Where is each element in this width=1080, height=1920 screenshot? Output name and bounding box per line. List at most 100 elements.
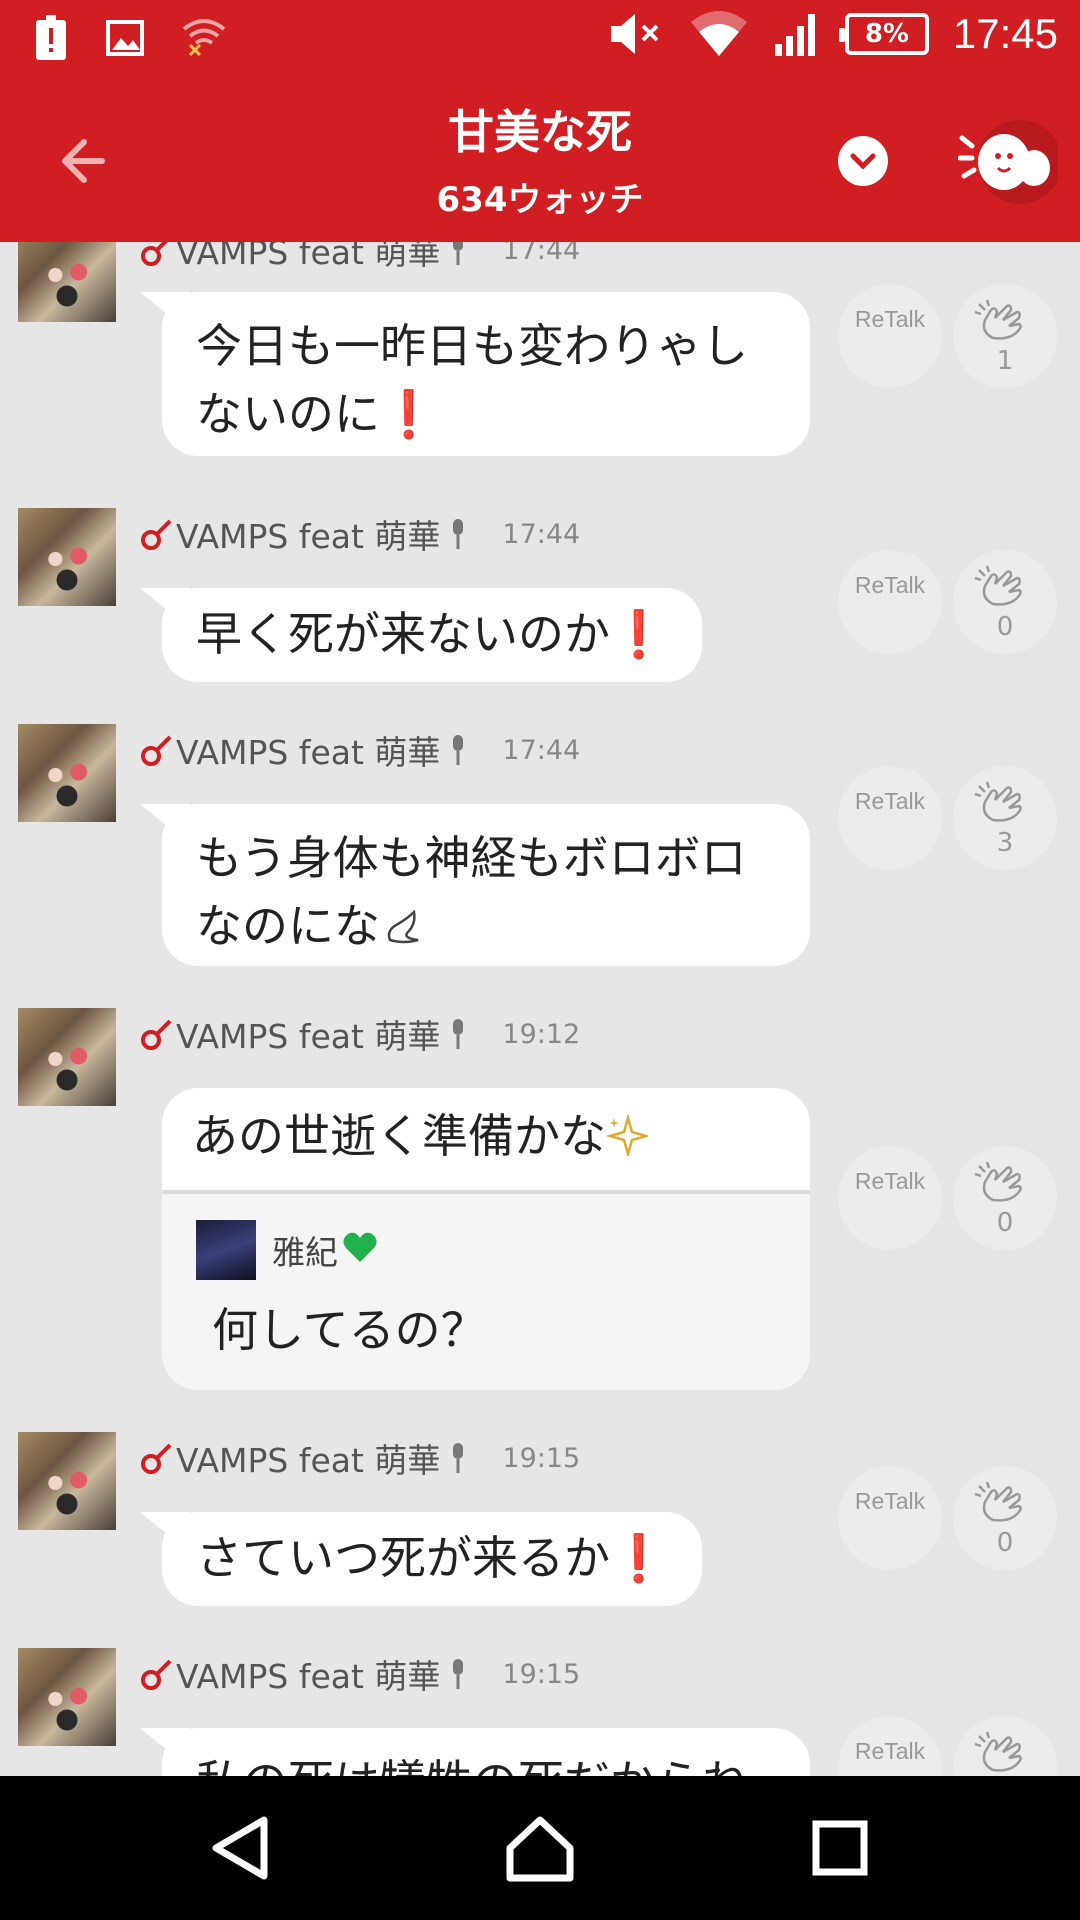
reply-bubble[interactable]: あの世逝く準備かな 雅紀 何してるの？ — [162, 1088, 810, 1390]
quoted-author: 雅紀 — [272, 1233, 338, 1272]
message-meta: VAMPS feat 萌華 19:15 — [140, 1654, 581, 1696]
author-name[interactable]: VAMPS feat 萌華 — [176, 1650, 440, 1698]
green-heart-icon — [343, 1232, 377, 1262]
reply-main-text: あの世逝く準備かな — [192, 1102, 651, 1170]
message-meta: VAMPS feat 萌華 17:44 — [140, 514, 580, 556]
navigation-bar — [0, 1776, 1080, 1920]
clock: 17:45 — [952, 10, 1058, 57]
guitar-icon — [141, 1659, 172, 1690]
clap-button[interactable] — [953, 1716, 1057, 1776]
clap-button[interactable]: 1 — [953, 284, 1057, 388]
avatar[interactable] — [18, 1648, 116, 1746]
quoted-message[interactable]: 雅紀 何してるの？ — [162, 1190, 810, 1390]
nav-recents-icon[interactable] — [800, 1812, 880, 1884]
status-right-icons: 8% 17:45 — [609, 10, 1058, 58]
clap-icon — [974, 781, 1022, 822]
clap-count: 0 — [996, 1528, 1014, 1558]
message-bubble[interactable]: 私の死は犠牲の死だからね — [162, 1728, 810, 1776]
clap-button[interactable]: 0 — [953, 1146, 1057, 1250]
mic-icon — [453, 242, 464, 265]
message-meta: VAMPS feat 萌華 17:44 — [140, 242, 580, 272]
clap-button[interactable]: 0 — [953, 550, 1057, 654]
mic-icon — [453, 1019, 464, 1049]
author-name[interactable]: VAMPS feat 萌華 — [176, 726, 440, 774]
author-name[interactable]: VAMPS feat 萌華 — [176, 510, 440, 558]
message-bubble[interactable]: 今日も一昨日も変わりゃし ないのに❗ — [162, 292, 810, 456]
message-time: 19:15 — [502, 1658, 581, 1690]
message-line: もう身体も神経もボロボロ — [196, 831, 747, 885]
clap-button[interactable]: 0 — [953, 1466, 1057, 1570]
message-meta: VAMPS feat 萌華 19:15 — [140, 1438, 581, 1480]
guitar-icon — [141, 519, 172, 550]
back-arrow-icon[interactable] — [52, 126, 122, 196]
clap-count: 3 — [996, 828, 1014, 858]
retalk-button[interactable]: ReTalk — [838, 766, 942, 870]
nav-home-icon[interactable] — [500, 1812, 580, 1884]
clap-icon — [974, 1481, 1022, 1522]
message-bubble[interactable]: さていつ死が来るか❗ — [162, 1512, 702, 1606]
retalk-button[interactable]: ReTalk — [838, 1716, 942, 1776]
avatar[interactable] — [18, 508, 116, 606]
message-line: なのにな — [196, 899, 380, 953]
author-name[interactable]: VAMPS feat 萌華 — [176, 1010, 440, 1058]
mascot-clap-icon[interactable] — [958, 116, 1058, 208]
exclamation-emoji: ❗ — [610, 1531, 668, 1585]
message-time: 17:44 — [502, 734, 581, 766]
mic-icon — [453, 735, 464, 765]
author-name[interactable]: VAMPS feat 萌華 — [176, 242, 440, 274]
guitar-icon — [141, 735, 172, 766]
clap-button[interactable]: 3 — [953, 766, 1057, 870]
app-bar: 甘美な死 634ウォッチ — [0, 80, 1080, 242]
guitar-icon — [141, 1443, 172, 1474]
quoted-text: 何してるの？ — [212, 1303, 487, 1357]
page-title: 甘美な死 — [448, 105, 632, 159]
mic-icon — [453, 1443, 464, 1473]
status-left-icons — [34, 14, 226, 62]
dropdown-button[interactable] — [838, 136, 888, 186]
avatar[interactable] — [18, 242, 116, 322]
sweat-drop-icon — [387, 909, 419, 944]
retalk-label: ReTalk — [854, 1738, 926, 1764]
author-name[interactable]: VAMPS feat 萌華 — [176, 1434, 440, 1482]
message-bubble[interactable]: 早く死が来ないのか❗ — [162, 588, 702, 682]
message-bubble[interactable]: もう身体も神経もボロボロ なのにな — [162, 804, 810, 966]
message-feed[interactable]: VAMPS feat 萌華 17:44 今日も一昨日も変わりゃし ないのに❗ Re… — [0, 242, 1080, 1776]
guitar-icon — [141, 1019, 172, 1050]
exclamation-emoji: ❗ — [610, 607, 668, 661]
retalk-label: ReTalk — [854, 1488, 926, 1514]
avatar[interactable] — [18, 724, 116, 822]
clap-count: 1 — [996, 346, 1014, 376]
mute-icon — [610, 14, 659, 54]
mic-icon — [453, 1659, 464, 1689]
message-time: 19:12 — [502, 1018, 581, 1050]
retalk-button[interactable]: ReTalk — [838, 550, 942, 654]
retalk-button[interactable]: ReTalk — [838, 1146, 942, 1250]
message-line: 今日も一昨日も変わりゃし — [196, 319, 748, 373]
battery-icon: 8% — [838, 13, 929, 55]
mic-icon — [453, 519, 464, 549]
image-icon — [106, 20, 144, 56]
message-meta: VAMPS feat 萌華 19:12 — [140, 1014, 581, 1056]
clap-icon — [974, 299, 1022, 340]
avatar[interactable] — [18, 1008, 116, 1106]
watch-count: 634ウォッチ — [436, 180, 644, 220]
message-meta: VAMPS feat 萌華 17:44 — [140, 730, 581, 772]
retalk-label: ReTalk — [854, 572, 926, 598]
message-time: 19:15 — [502, 1442, 581, 1474]
chevron-down-icon — [850, 153, 876, 170]
nav-back-icon[interactable] — [202, 1812, 282, 1884]
status-bar: 8% 17:45 — [0, 0, 1080, 80]
clap-icon — [974, 1161, 1022, 1202]
message-line: 早く死が来ないのか — [196, 607, 610, 661]
clap-icon — [974, 565, 1022, 606]
retalk-label: ReTalk — [854, 306, 926, 332]
message-line: 私の死は犠牲の死だからね — [196, 1755, 748, 1776]
retalk-button[interactable]: ReTalk — [838, 284, 942, 388]
avatar[interactable] — [18, 1432, 116, 1530]
retalk-button[interactable]: ReTalk — [838, 1466, 942, 1570]
message-line: ないのに — [196, 387, 380, 441]
quoted-avatar[interactable] — [196, 1220, 256, 1280]
alert-icon — [36, 15, 66, 60]
exclamation-emoji: ❗ — [380, 387, 438, 441]
retalk-label: ReTalk — [854, 1168, 926, 1194]
